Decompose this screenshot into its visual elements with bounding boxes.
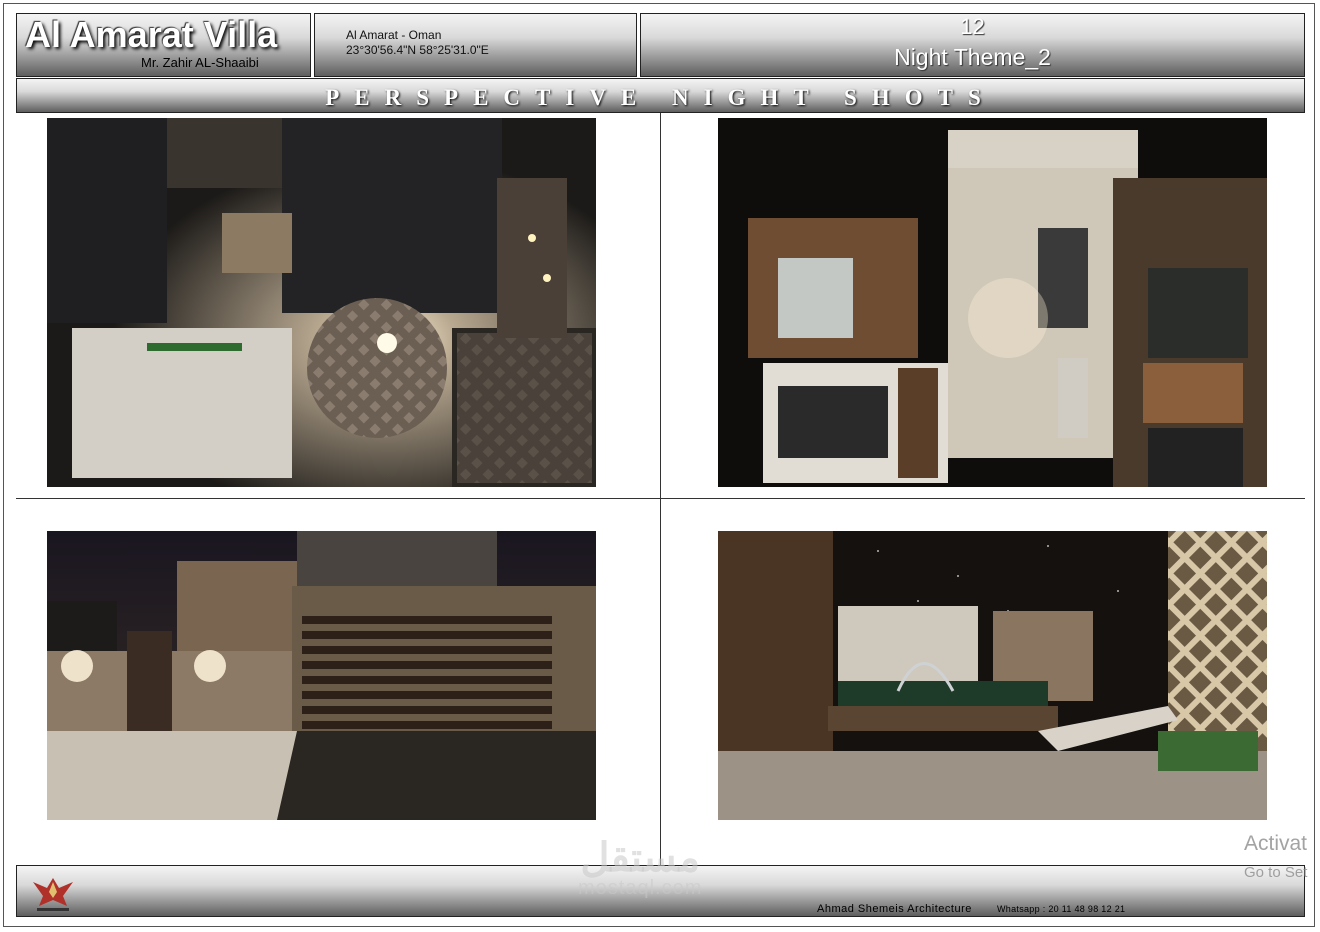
location-block: Al Amarat - Oman 23°30'56.4"N 58°25'31.0… (314, 13, 637, 77)
watermark: مستقل mostaql.com (578, 838, 702, 898)
aerial-night-render (47, 118, 596, 487)
client-name: Mr. Zahir AL-Shaaibi (141, 55, 259, 70)
location-name: Al Amarat - Oman (346, 28, 442, 42)
garage-gate-night-render (47, 531, 596, 820)
sheet-block: 12 Night Theme_2 (640, 13, 1305, 77)
section-banner: PERSPECTIVE NIGHT SHOTS (16, 78, 1305, 113)
garden-swing-night-render (718, 531, 1267, 820)
grid-divider-vertical (660, 113, 661, 865)
activation-settings-link[interactable]: Go to Set (1244, 864, 1307, 881)
location-coordinates: 23°30'56.4"N 58°25'31.0"E (346, 43, 489, 57)
architect-name: Ahmad Shemeis Architecture (817, 903, 972, 915)
watermark-latin: mostaql.com (578, 877, 703, 899)
whatsapp-contact: Whatsapp : 20 11 48 98 12 21 (997, 904, 1126, 914)
facade-night-render (718, 118, 1267, 487)
title-block: Al Amarat Villa Mr. Zahir AL-Shaaibi (16, 13, 311, 77)
grid-divider-horizontal (16, 498, 1305, 499)
project-title: Al Amarat Villa (25, 14, 278, 55)
watermark-arabic: مستقل (580, 836, 701, 880)
banner-title: PERSPECTIVE NIGHT SHOTS (325, 85, 996, 110)
sheet-number: 12 (960, 14, 985, 39)
activation-notice: Activat (1244, 832, 1308, 855)
phoenix-logo-icon (29, 872, 77, 914)
sheet-name: Night Theme_2 (894, 44, 1051, 70)
